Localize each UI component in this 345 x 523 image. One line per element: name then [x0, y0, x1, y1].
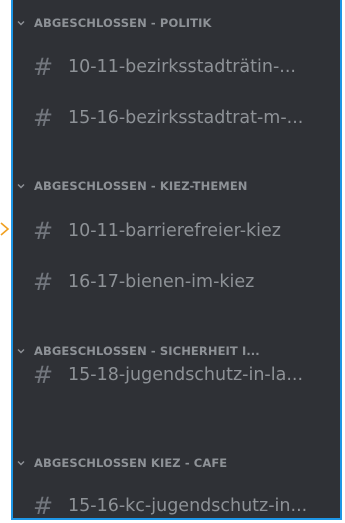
channel-name: 16-17-bienen-im-kiez [68, 272, 255, 292]
channel-item[interactable]: # 15-16-bezirksstadtrat-m-... [13, 98, 340, 138]
category-label: ABGESCHLOSSEN KIEZ - CAFE [34, 456, 228, 470]
category-label: ABGESCHLOSSEN - POLITIK [34, 16, 212, 30]
channel-item[interactable]: # 15-16-kc-jugendschutz-in... [13, 486, 340, 520]
category-label: ABGESCHLOSSEN - KIEZ-THEMEN [34, 179, 248, 193]
category-header-kiez-themen[interactable]: ABGESCHLOSSEN - KIEZ-THEMEN [13, 175, 340, 197]
hash-icon: # [32, 53, 54, 81]
chevron-down-icon[interactable] [13, 452, 29, 474]
channel-name: 10-11-barrierefreier-kiez [68, 221, 281, 241]
chevron-down-icon[interactable] [13, 175, 29, 197]
hash-icon: # [32, 268, 54, 296]
category-header-kiez-cafe[interactable]: ABGESCHLOSSEN KIEZ - CAFE [13, 452, 340, 474]
hash-icon: # [32, 492, 54, 520]
hash-icon: # [32, 104, 54, 132]
channel-name: 15-18-jugendschutz-in-la... [68, 365, 304, 385]
caret-marker-icon [0, 222, 10, 236]
hash-icon: # [32, 361, 54, 389]
channel-item[interactable]: # 15-18-jugendschutz-in-la... [13, 355, 340, 395]
channel-sidebar: ABGESCHLOSSEN - POLITIK # 10-11-bezirkss… [11, 0, 342, 520]
category-header-politik[interactable]: ABGESCHLOSSEN - POLITIK [13, 12, 340, 34]
chevron-down-icon[interactable] [13, 12, 29, 34]
channel-item[interactable]: # 10-11-barrierefreier-kiez [13, 211, 340, 251]
channel-name: 15-16-bezirksstadtrat-m-... [68, 108, 304, 128]
channel-item[interactable]: # 10-11-bezirksstadträtin-... [13, 47, 340, 87]
channel-name: 10-11-bezirksstadträtin-... [68, 57, 296, 77]
channel-name: 15-16-kc-jugendschutz-in... [68, 496, 308, 516]
hash-icon: # [32, 217, 54, 245]
channel-item[interactable]: # 16-17-bienen-im-kiez [13, 262, 340, 302]
